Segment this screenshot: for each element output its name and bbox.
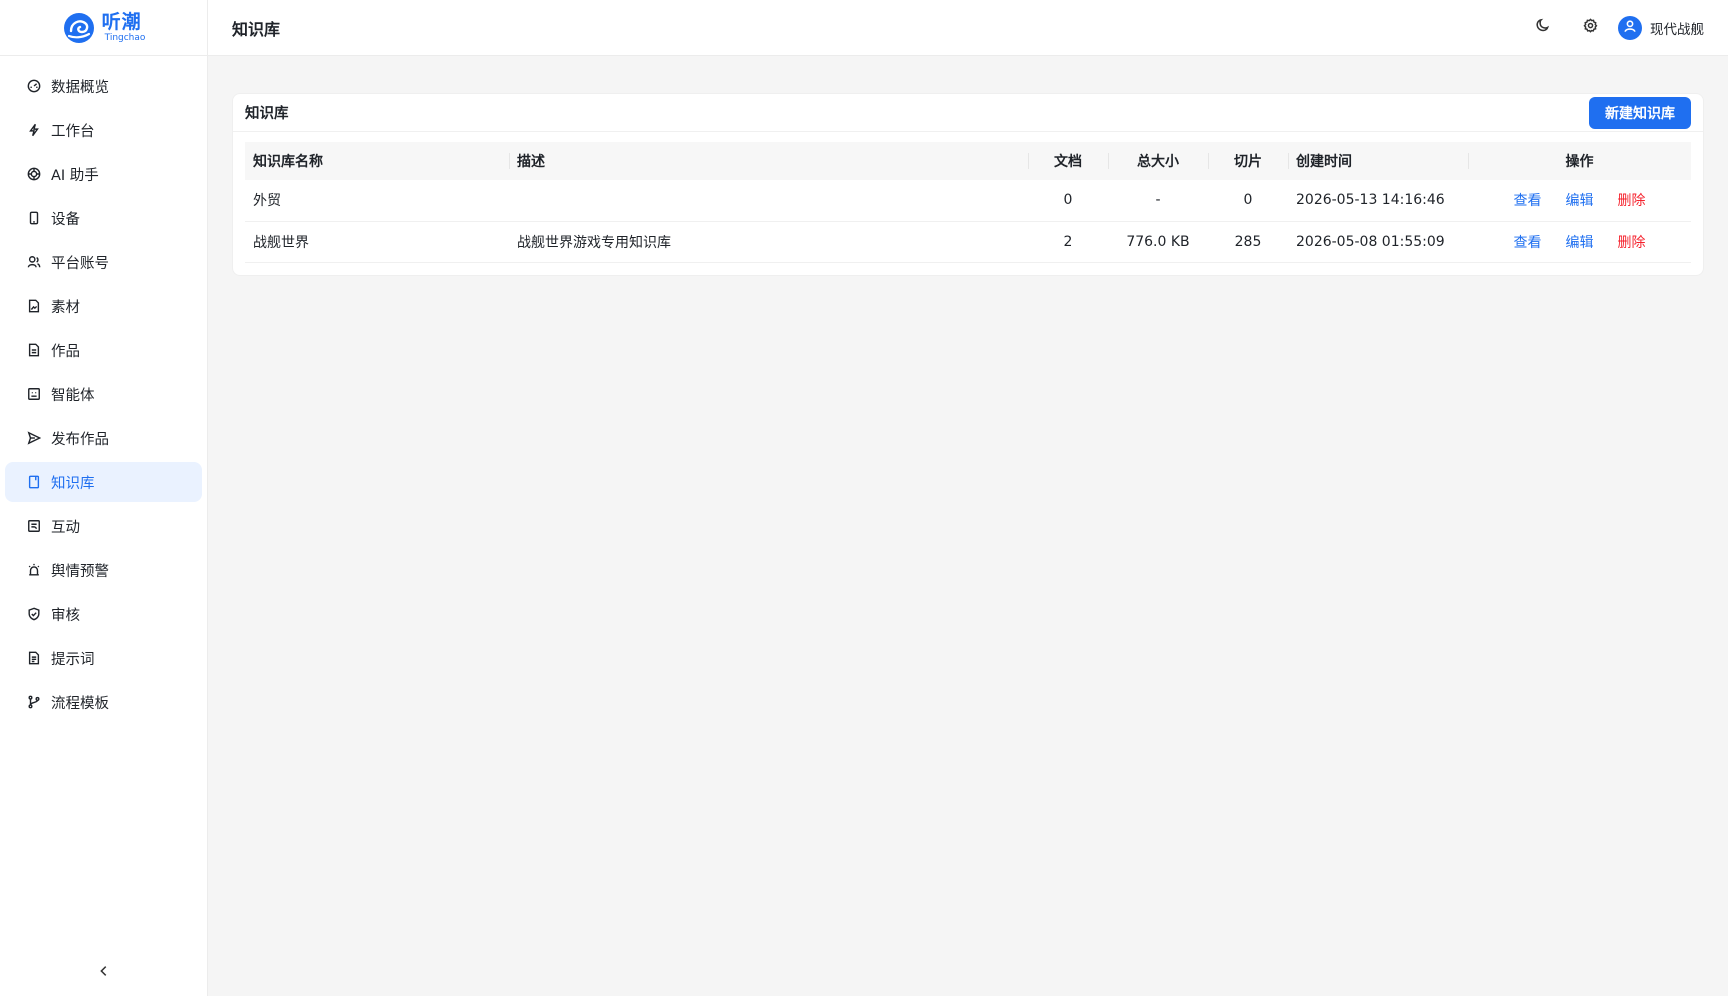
sidebar-item-label: 素材 [51,299,80,316]
sidebar-item-publish[interactable]: 发布作品 [5,418,202,458]
cell-chunks: 0 [1208,180,1288,222]
column-header-description: 描述 [509,142,1028,180]
dashboard-icon [27,79,41,93]
sidebar-item-agents[interactable]: 智能体 [5,374,202,414]
sidebar-item-interaction[interactable]: 互动 [5,506,202,546]
table-row: 外贸 0 - 0 2026-05-13 14:16:46 查看 编辑 删除 [245,180,1691,222]
edit-link[interactable]: 编辑 [1566,190,1594,210]
chat-box-icon [27,519,41,533]
user-menu[interactable]: 现代战舰 [1618,15,1704,40]
git-branch-icon [27,695,41,709]
sidebar-item-sentiment-alert[interactable]: 舆情预警 [5,550,202,590]
knowledge-base-card: 知识库 新建知识库 知识库名称 描述 文档 总大小 切片 创建时间 操作 外贸 … [232,93,1704,276]
table-header-row: 知识库名称 描述 文档 总大小 切片 创建时间 操作 [245,142,1691,180]
sidebar-item-label: 工作台 [51,123,95,140]
cell-description [509,180,1028,222]
cell-total-size: 776.0 KB [1108,221,1208,263]
user-name: 现代战舰 [1650,21,1704,38]
cell-created-time: 2026-05-08 01:55:09 [1288,221,1468,263]
sidebar-item-label: 平台账号 [51,255,109,272]
sidebar: 听潮 Tingchao 数据概览 工作台 AI 助手 设备 平台账号 素材 作品… [0,0,208,996]
sidebar-nav: 数据概览 工作台 AI 助手 设备 平台账号 素材 作品 智能体 发布作品 知识… [0,56,207,722]
cell-actions: 查看 编辑 删除 [1468,221,1691,263]
settings-button[interactable] [1566,10,1614,46]
sidebar-item-dashboard[interactable]: 数据概览 [5,66,202,106]
new-knowledge-base-button[interactable]: 新建知识库 [1589,96,1691,129]
cell-name: 战舰世界 [245,221,509,263]
sidebar-item-review[interactable]: 审核 [5,594,202,634]
chevron-left-icon [97,964,111,982]
sidebar-item-materials[interactable]: 素材 [5,286,202,326]
ai-icon [27,167,41,181]
column-header-total-size: 总大小 [1108,142,1208,180]
sidebar-item-label: 作品 [51,343,80,360]
sidebar-item-label: 智能体 [51,387,95,404]
sidebar-item-workbench[interactable]: 工作台 [5,110,202,150]
column-header-name: 知识库名称 [253,154,323,170]
cell-documents: 2 [1028,221,1108,263]
send-icon [27,431,41,445]
collapse-sidebar-button[interactable] [0,964,208,982]
sidebar-item-works[interactable]: 作品 [5,330,202,370]
sidebar-item-label: 数据概览 [51,79,109,96]
cell-total-size: - [1108,180,1208,222]
sidebar-item-ai-assistant[interactable]: AI 助手 [5,154,202,194]
sidebar-item-label: 发布作品 [51,431,109,448]
sidebar-item-devices[interactable]: 设备 [5,198,202,238]
delete-link[interactable]: 删除 [1618,232,1646,252]
moon-icon [1535,18,1550,37]
edit-link[interactable]: 编辑 [1566,232,1594,252]
sidebar-item-label: 舆情预警 [51,563,109,580]
cell-documents: 0 [1028,180,1108,222]
logo-icon [62,11,96,45]
column-header-created-time: 创建时间 [1288,142,1468,180]
table-row: 战舰世界 战舰世界游戏专用知识库 2 776.0 KB 285 2026-05-… [245,221,1691,263]
cell-actions: 查看 编辑 删除 [1468,180,1691,222]
column-header-documents: 文档 [1028,142,1108,180]
lightning-icon [27,123,41,137]
top-bar: 知识库 现代战舰 [208,0,1728,56]
logo[interactable]: 听潮 Tingchao [0,0,207,56]
alarm-icon [27,563,41,577]
file-image-icon [27,299,41,313]
sidebar-item-label: AI 助手 [51,167,99,184]
sidebar-item-flow-templates[interactable]: 流程模板 [5,682,202,722]
page-title: 知识库 [232,19,281,39]
book-icon [27,475,41,489]
logo-name: 听潮 [101,10,142,33]
sidebar-item-platform-accounts[interactable]: 平台账号 [5,242,202,282]
gear-icon [1582,18,1598,37]
file-prompt-icon [27,651,41,665]
cell-description: 战舰世界游戏专用知识库 [509,221,1028,263]
sidebar-item-label: 流程模板 [51,695,109,712]
sidebar-item-knowledge-base[interactable]: 知识库 [5,462,202,502]
content: 知识库 新建知识库 知识库名称 描述 文档 总大小 切片 创建时间 操作 外贸 … [208,56,1728,276]
knowledge-base-table: 知识库名称 描述 文档 总大小 切片 创建时间 操作 外贸 0 - 0 2026… [245,142,1691,263]
sidebar-item-label: 审核 [51,607,80,624]
logo-name-en: Tingchao [104,32,146,43]
shield-check-icon [27,607,41,621]
avatar [1618,15,1642,40]
sidebar-item-label: 知识库 [51,475,95,492]
bot-icon [27,387,41,401]
cell-created-time: 2026-05-13 14:16:46 [1288,180,1468,222]
sidebar-item-label: 提示词 [51,651,95,668]
delete-link[interactable]: 删除 [1618,190,1646,210]
file-text-icon [27,343,41,357]
user-icon [1623,19,1637,37]
sidebar-item-label: 互动 [51,519,80,536]
view-link[interactable]: 查看 [1514,232,1542,252]
phone-icon [27,211,41,225]
main-area: 知识库 现代战舰 知识库 新建知识库 知识库名称 描述 文档 总大小 切片 创建… [208,0,1728,996]
theme-toggle-button[interactable] [1518,10,1566,46]
column-header-actions: 操作 [1468,142,1691,180]
sidebar-item-prompts[interactable]: 提示词 [5,638,202,678]
view-link[interactable]: 查看 [1514,190,1542,210]
card-title: 知识库 [245,106,289,122]
sidebar-item-label: 设备 [51,211,80,228]
user-accounts-icon [27,255,41,269]
column-header-chunks: 切片 [1208,142,1288,180]
cell-chunks: 285 [1208,221,1288,263]
cell-name: 外贸 [245,180,509,222]
